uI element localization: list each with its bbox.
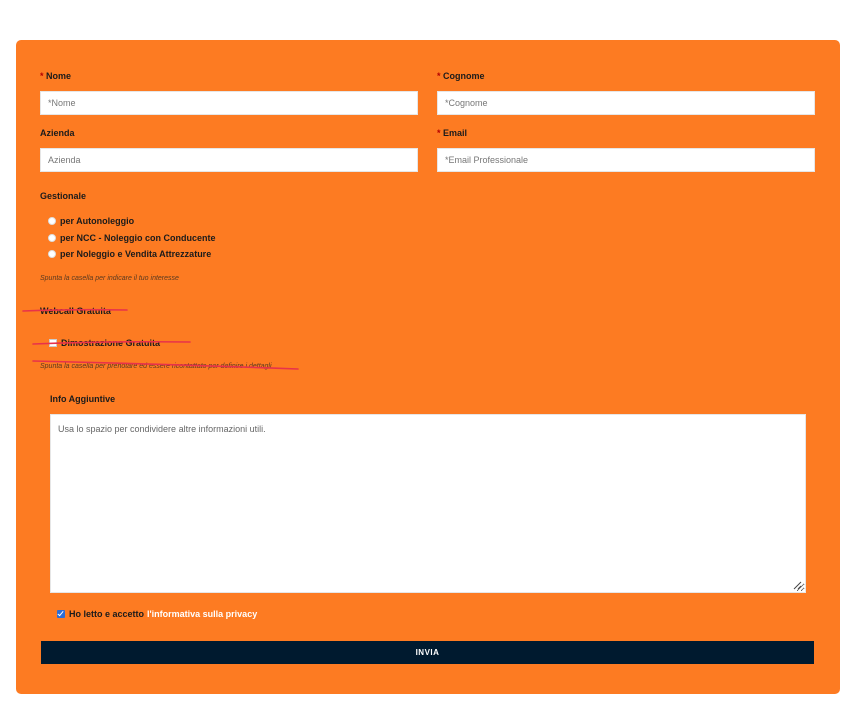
webcall-label: Webcall Gratuita [40,306,111,316]
submit-button[interactable]: INVIA [41,641,814,664]
email-label-text: Email [443,128,468,138]
radio-label: per Autonoleggio [60,216,135,226]
info-textarea[interactable] [50,414,806,593]
radio-button-icon[interactable] [48,250,56,258]
gestionale-label: Gestionale [40,191,87,201]
privacy-text: Ho letto e accetto [69,609,145,619]
checkbox-checked-icon[interactable] [57,610,65,618]
email-input[interactable] [437,148,815,172]
webcall-hint: Spunta la casella per prenotare ed esser… [40,363,272,370]
radio-label: per NCC - Noleggio con Conducente [60,233,216,243]
radio-attrezzature[interactable]: per Noleggio e Vendita Attrezzature [48,249,211,259]
privacy-link[interactable]: l'informativa sulla privacy [147,609,257,619]
required-mark: * [437,128,441,138]
required-mark: * [40,71,44,81]
azienda-input[interactable] [40,148,418,172]
required-mark: * [437,71,441,81]
radio-autonoleggio[interactable]: per Autonoleggio [48,216,134,226]
radio-ncc[interactable]: per NCC - Noleggio con Conducente [48,233,216,243]
privacy-consent[interactable]: Ho letto e accetto l'informativa sulla p… [57,609,257,619]
radio-button-icon[interactable] [48,234,56,242]
nome-label: * Nome [40,71,71,81]
info-label: Info Aggiuntive [50,394,116,404]
radio-button-icon[interactable] [48,217,56,225]
email-label: * Email [437,128,467,138]
cognome-label: * Cognome [437,71,485,81]
azienda-label: Azienda [40,128,75,138]
checkbox-dimostrazione[interactable]: Dimostrazione Gratuita [49,338,160,348]
checkbox-label: Dimostrazione Gratuita [61,338,161,348]
radio-label: per Noleggio e Vendita Attrezzature [60,249,212,259]
nome-label-text: Nome [46,71,72,81]
cognome-input[interactable] [437,91,815,115]
cognome-label-text: Cognome [443,71,485,81]
nome-input[interactable] [40,91,418,115]
gestionale-hint: Spunta la casella per indicare il tuo in… [40,275,179,282]
checkbox-icon[interactable] [49,339,57,347]
resize-handle-icon[interactable] [792,580,802,590]
